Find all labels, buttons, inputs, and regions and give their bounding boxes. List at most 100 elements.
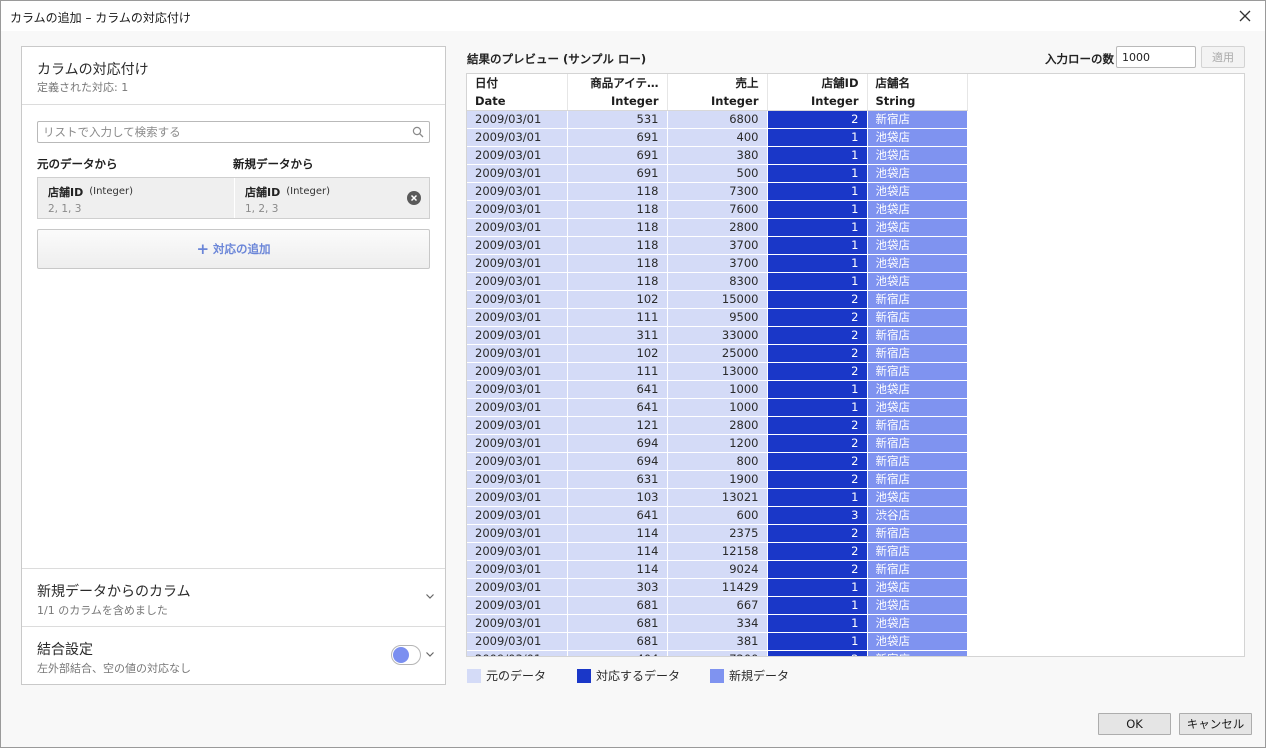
table-row: 2009/03/01 114 9024 2 新宿店: [467, 560, 967, 579]
table-row: 2009/03/01 694 1200 2 新宿店: [467, 434, 967, 453]
original-column-name: 店舗ID: [48, 186, 84, 199]
table-cell: 13021: [667, 488, 768, 507]
table-cell: 1: [767, 578, 868, 597]
column-header-name[interactable]: 日付: [467, 74, 568, 92]
table-cell: 新宿店: [867, 416, 967, 435]
table-cell: 118: [567, 182, 668, 201]
table-cell: 2800: [667, 218, 768, 237]
table-cell: 1: [767, 164, 868, 183]
join-toggle[interactable]: [391, 645, 421, 665]
toggle-knob: [393, 647, 409, 663]
table-cell: 3700: [667, 236, 768, 255]
legend-matched: 対応するデータ: [577, 667, 680, 684]
join-settings-section[interactable]: 結合設定 左外部結合、空の値の対応なし: [22, 626, 445, 684]
new-column-values: 1, 2, 3: [245, 203, 279, 215]
table-row: 2009/03/01 118 7300 1 池袋店: [467, 182, 967, 201]
table-cell: 新宿店: [867, 326, 967, 345]
header-row-types: Date Integer Integer Integer String: [467, 92, 968, 111]
table-cell: 池袋店: [867, 164, 967, 183]
table-cell: 2: [767, 470, 868, 489]
table-cell: 池袋店: [867, 200, 967, 219]
table-cell: 15000: [667, 290, 768, 309]
table-cell: 1: [767, 488, 868, 507]
table-cell: 7600: [667, 200, 768, 219]
table-cell: 2009/03/01: [467, 272, 568, 291]
table-cell: 池袋店: [867, 128, 967, 147]
table-cell: 641: [567, 398, 668, 417]
table-cell: 691: [567, 128, 668, 147]
table-row: 2009/03/01 111 13000 2 新宿店: [467, 362, 967, 381]
mapping-section-header: カラムの対応付け 定義された対応: 1: [22, 47, 445, 105]
table-row: 2009/03/01 694 800 2 新宿店: [467, 452, 967, 471]
table-row: 2009/03/01 114 2375 2 新宿店: [467, 524, 967, 543]
table-cell: 池袋店: [867, 254, 967, 273]
column-header-type: String: [867, 92, 968, 111]
preview-grid[interactable]: 日付 商品アイテ… 売上 店舗ID 店舗名 Date Integer Integer Inte…: [466, 73, 1245, 657]
mapping-row[interactable]: 店舗ID (Integer) 2, 1, 3 店舗ID (Integer) 1, 2…: [37, 177, 430, 219]
table-cell: 2009/03/01: [467, 416, 568, 435]
table-row: 2009/03/01 531 6800 2 新宿店: [467, 110, 967, 129]
table-cell: 1: [767, 272, 868, 291]
column-header-name[interactable]: 売上: [667, 74, 768, 92]
column-header-name[interactable]: 商品アイテ…: [567, 74, 668, 92]
column-header-type: Integer: [767, 92, 868, 111]
table-cell: 池袋店: [867, 596, 967, 615]
table-cell: 2: [767, 560, 868, 579]
join-settings-subtitle: 左外部結合、空の値の対応なし: [37, 662, 191, 675]
new-column-name: 店舗ID: [245, 186, 281, 199]
column-header-name[interactable]: 店舗ID: [767, 74, 868, 92]
add-mapping-button[interactable]: + 対応の追加: [37, 229, 430, 269]
table-cell: 1: [767, 128, 868, 147]
table-cell: 2009/03/01: [467, 650, 568, 656]
table-cell: 6800: [667, 110, 768, 129]
table-cell: 3700: [667, 254, 768, 273]
column-header-name[interactable]: 店舗名: [867, 74, 968, 92]
new-columns-title: 新規データからのカラム: [37, 584, 191, 600]
table-cell: 1: [767, 182, 868, 201]
legend-label: 新規データ: [729, 669, 790, 683]
close-button[interactable]: [1235, 6, 1255, 26]
table-row: 2009/03/01 102 25000 2 新宿店: [467, 344, 967, 363]
from-original-header: 元のデータから: [37, 157, 118, 171]
table-cell: 2009/03/01: [467, 290, 568, 309]
table-cell: 641: [567, 380, 668, 399]
table-cell: 694: [567, 434, 668, 453]
table-cell: 新宿店: [867, 650, 967, 656]
table-cell: 2009/03/01: [467, 236, 568, 255]
input-rows-field[interactable]: [1116, 46, 1196, 68]
table-cell: 2009/03/01: [467, 326, 568, 345]
table-cell: 694: [567, 452, 668, 471]
table-cell: 新宿店: [867, 110, 967, 129]
table-cell: 118: [567, 200, 668, 219]
table-cell: 114: [567, 560, 668, 579]
search-input[interactable]: [38, 122, 398, 142]
apply-button[interactable]: 適用: [1201, 46, 1245, 68]
legend-new: 新規データ: [710, 667, 789, 684]
table-row: 2009/03/01 691 380 1 池袋店: [467, 146, 967, 165]
original-column-values: 2, 1, 3: [48, 203, 82, 215]
window-title: カラムの追加 – カラムの対応付け: [10, 11, 191, 25]
remove-mapping-button[interactable]: [407, 191, 421, 205]
table-cell: 2: [767, 434, 868, 453]
new-columns-section[interactable]: 新規データからのカラム 1/1 のカラムを含めました: [22, 568, 445, 626]
join-settings-title: 結合設定: [37, 642, 93, 658]
table-cell: 2009/03/01: [467, 362, 568, 381]
table-cell: 9500: [667, 308, 768, 327]
preview-table: 日付 商品アイテ… 売上 店舗ID 店舗名 Date Integer Integer Inte…: [467, 74, 968, 656]
column-header-type: Integer: [667, 92, 768, 111]
cancel-button[interactable]: キャンセル: [1179, 713, 1252, 735]
table-cell: 1: [767, 380, 868, 399]
table-cell: 池袋店: [867, 614, 967, 633]
table-cell: 631: [567, 470, 668, 489]
table-cell: 118: [567, 254, 668, 273]
table-cell: 2: [767, 650, 868, 656]
table-cell: 新宿店: [867, 542, 967, 561]
table-cell: 691: [567, 146, 668, 165]
table-cell: 1000: [667, 398, 768, 417]
table-cell: 102: [567, 290, 668, 309]
ok-button[interactable]: OK: [1098, 713, 1171, 735]
table-cell: 2009/03/01: [467, 470, 568, 489]
table-row: 2009/03/01 681 334 1 池袋店: [467, 614, 967, 633]
table-cell: 2: [767, 524, 868, 543]
table-cell: 9024: [667, 560, 768, 579]
